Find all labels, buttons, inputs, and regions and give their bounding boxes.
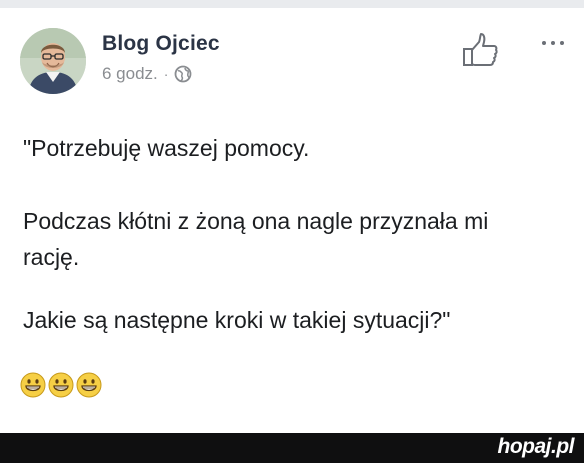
post-text-line: Podczas kłótni z żoną ona nagle przyznał… — [23, 208, 489, 234]
emoji-row — [20, 372, 102, 398]
top-strip — [0, 0, 584, 8]
thumbs-up-icon — [463, 33, 498, 66]
grinning-face-icon — [20, 372, 46, 398]
timestamp[interactable]: 6 godz. — [102, 64, 158, 84]
grinning-face-icon — [76, 372, 102, 398]
like-button[interactable] — [461, 30, 501, 70]
post-text-line: rację. — [23, 244, 80, 270]
author-name[interactable]: Blog Ojciec — [102, 32, 220, 56]
more-dot — [551, 41, 555, 45]
more-dot — [560, 41, 564, 45]
meta-separator: · — [163, 66, 169, 82]
watermark-logo: hopaj.pl — [497, 435, 575, 458]
grinning-face-icon — [48, 372, 74, 398]
more-options-button[interactable] — [542, 36, 572, 50]
avatar-image — [20, 28, 86, 94]
post-text-line: Jakie są następne kroki w takiej sytuacj… — [23, 307, 451, 333]
globe-icon[interactable] — [174, 65, 192, 83]
footer-bar: hopaj.pl — [0, 433, 584, 463]
post-meta: 6 godz. · — [102, 64, 192, 84]
post-card: Blog Ojciec 6 godz. · "Potrzebuję waszej… — [0, 8, 584, 433]
more-dot — [542, 41, 546, 45]
post-text-line: "Potrzebuję waszej pomocy. — [23, 135, 310, 161]
avatar[interactable] — [20, 28, 86, 94]
